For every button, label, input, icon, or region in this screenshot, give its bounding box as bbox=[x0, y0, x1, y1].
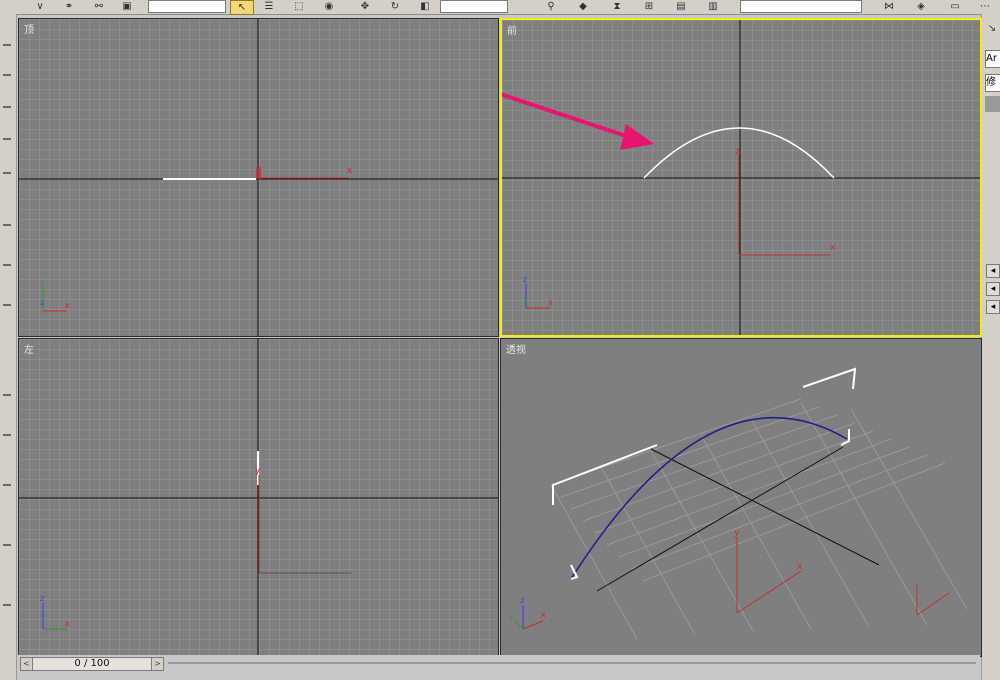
tripod-x-label: x bbox=[541, 610, 546, 619]
time-next-arrow[interactable]: > bbox=[151, 658, 163, 670]
scale-icon[interactable]: ◧ bbox=[418, 0, 432, 13]
rotate-icon[interactable]: ↻ bbox=[388, 0, 402, 13]
modifier-list-dropdown[interactable]: 修 bbox=[985, 74, 1000, 92]
move-icon[interactable]: ✥ bbox=[358, 0, 372, 13]
gizmo-x-label: x bbox=[347, 166, 353, 176]
gizmo-y-label: y bbox=[734, 528, 740, 538]
unlink-icon[interactable]: ⚯ bbox=[92, 0, 106, 13]
curve-editor-icon[interactable]: ▥ bbox=[706, 0, 720, 13]
tripod-z-label: z bbox=[520, 596, 524, 605]
mirror-icon[interactable]: ⧗ bbox=[610, 0, 624, 13]
timeline-track[interactable] bbox=[168, 662, 976, 664]
main-toolbar: ∨ ⚭ ⚯ ▣ ↖ ☰ ⬚ ◉ ✥ ↻ ◧ ⚲ ◆ ⧗ ⊞ ▤ ▥ ⋈ ◈ ▭ … bbox=[0, 0, 1000, 15]
layer-icon[interactable]: ▤ bbox=[674, 0, 688, 13]
bind-icon[interactable]: ▣ bbox=[120, 0, 134, 13]
left-toolbar-strip bbox=[0, 14, 17, 680]
viewport-front-canvas[interactable]: x z x z y bbox=[502, 20, 980, 335]
viewport-front[interactable]: x z x z y 前 bbox=[500, 18, 982, 337]
link-icon[interactable]: ⚭ bbox=[62, 0, 76, 13]
viewport-label[interactable]: 前 bbox=[507, 22, 517, 37]
pivot-icon[interactable]: ⚲ bbox=[544, 0, 558, 13]
reference-coordinate-dropdown[interactable] bbox=[440, 0, 508, 13]
time-slider[interactable]: < 0 / 100 > bbox=[20, 657, 164, 671]
command-panel: ↘ Ar 修 ◂ ◂ ◂ bbox=[981, 14, 1000, 680]
tripod-y-label: y bbox=[40, 278, 45, 287]
gizmo-x-label: x bbox=[830, 243, 836, 253]
create-panel-icon[interactable]: ↘ bbox=[986, 22, 998, 35]
viewport-top[interactable]: x x y z 顶 bbox=[18, 18, 499, 337]
tripod-z-label: z bbox=[40, 298, 44, 307]
time-prev-arrow[interactable]: < bbox=[21, 658, 33, 670]
quick-render-icon[interactable]: ⋯ bbox=[976, 0, 994, 13]
select-icon[interactable]: ↖ bbox=[230, 0, 254, 15]
object-name-field[interactable]: Ar bbox=[985, 50, 1000, 68]
tripod-z-label: z bbox=[523, 275, 527, 284]
viewport-label[interactable]: 顶 bbox=[24, 21, 34, 36]
align-icon[interactable]: ⊞ bbox=[642, 0, 656, 13]
gizmo-y-axis bbox=[256, 167, 261, 179]
render-icon[interactable]: ▭ bbox=[946, 0, 964, 13]
named-selection-dropdown[interactable] bbox=[740, 0, 862, 13]
tripod-x-label: x bbox=[65, 619, 70, 628]
tripod-y-label: y bbox=[523, 295, 528, 304]
viewport-left-canvas[interactable]: y x z y bbox=[19, 339, 498, 656]
time-slider-value: 0 / 100 bbox=[74, 658, 110, 669]
window-crossing-icon[interactable]: ◉ bbox=[322, 0, 336, 13]
modifier-stack-selected[interactable] bbox=[985, 96, 1000, 112]
show-end-result-icon[interactable]: ◂ bbox=[986, 282, 1000, 296]
pin-stack-icon[interactable]: ◂ bbox=[986, 264, 1000, 278]
tripod-y-label: y bbox=[40, 612, 45, 621]
gizmo-x-label: x bbox=[797, 562, 803, 572]
viewport-label[interactable]: 左 bbox=[24, 341, 34, 356]
viewport-top-canvas[interactable]: x x y z bbox=[19, 19, 498, 336]
tripod-x-label: x bbox=[548, 298, 553, 307]
viewport-bg bbox=[501, 339, 981, 656]
make-unique-icon[interactable]: ◂ bbox=[986, 300, 1000, 314]
gizmo-y-label: y bbox=[255, 466, 261, 476]
viewport-label[interactable]: 透视 bbox=[506, 341, 526, 356]
undo-icon[interactable]: ∨ bbox=[34, 0, 46, 13]
select-by-name-icon[interactable]: ☰ bbox=[262, 0, 276, 13]
selection-filter-dropdown[interactable] bbox=[148, 0, 226, 13]
viewport-perspective-canvas[interactable]: y x x z y bbox=[501, 339, 981, 656]
tripod-y-label: y bbox=[509, 612, 514, 621]
material-icon[interactable]: ⋈ bbox=[882, 0, 896, 13]
viewport-perspective[interactable]: y x x z y 透视 bbox=[500, 338, 982, 657]
render-setup-icon[interactable]: ◈ bbox=[914, 0, 928, 13]
viewport-left[interactable]: y x z y 左 bbox=[18, 338, 499, 657]
gizmo-z-label: z bbox=[735, 147, 740, 157]
tripod-z-label: z bbox=[40, 594, 44, 603]
snap-icon[interactable]: ◆ bbox=[576, 0, 590, 13]
select-region-icon[interactable]: ⬚ bbox=[292, 0, 306, 13]
tripod-x-label: x bbox=[65, 301, 70, 310]
timeline-bar: < 0 / 100 > bbox=[18, 655, 980, 680]
